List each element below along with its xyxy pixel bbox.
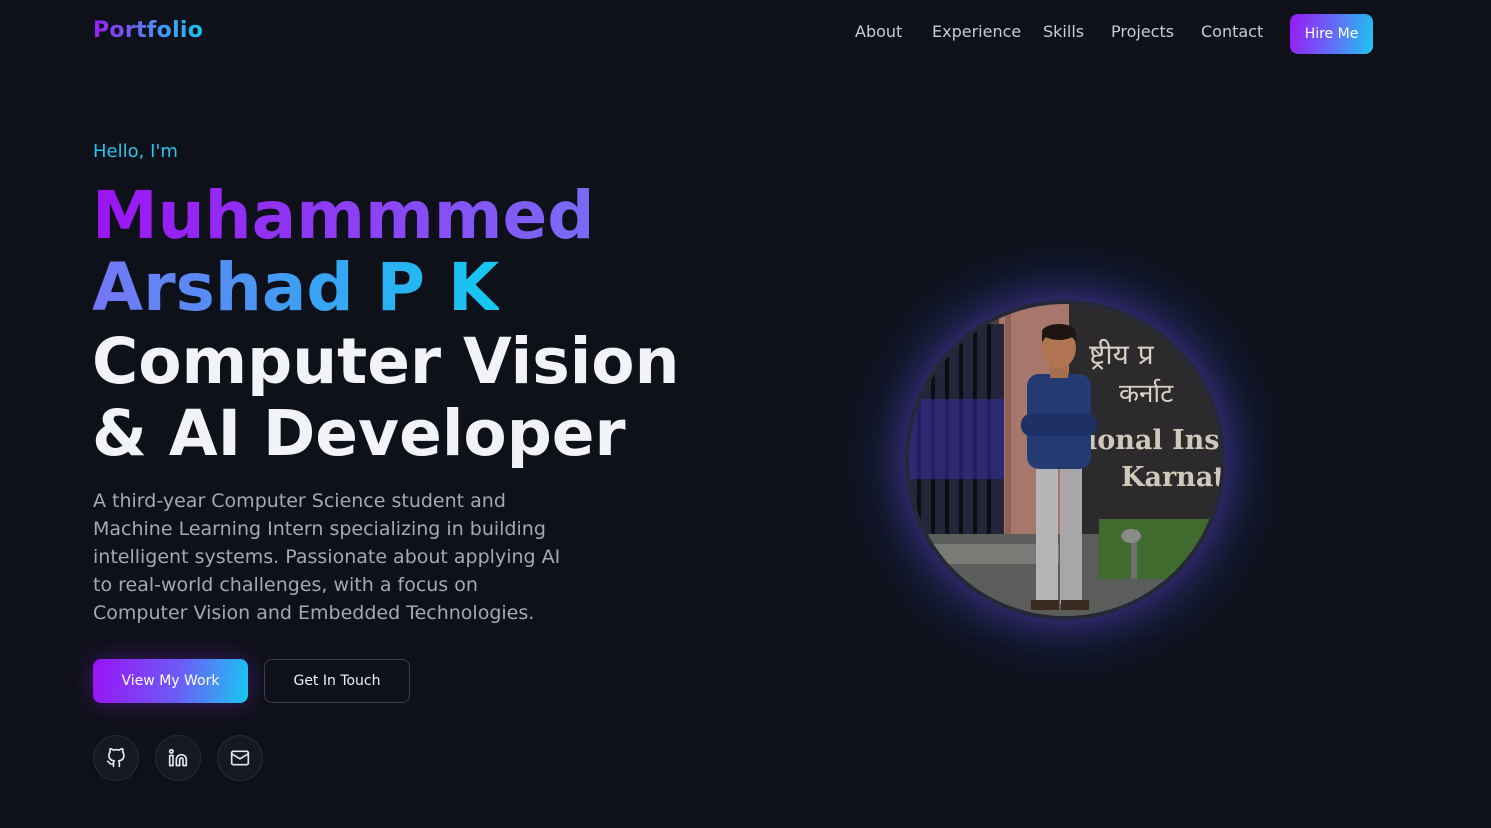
get-in-touch-button[interactable]: Get In Touch [264,659,410,703]
linkedin-icon [168,748,188,767]
view-my-work-button[interactable]: View My Work [93,659,248,703]
sign-text-line3: ional Instit [1087,425,1221,456]
sign-text-line4: Karnatal [1121,462,1221,493]
email-link[interactable] [217,735,263,781]
portfolio-page: Portfolio About Experience Skills Projec… [0,0,1491,828]
github-icon [106,748,125,768]
nav-link-contact[interactable]: Contact [1201,22,1263,41]
greeting: Hello, I'm [93,141,178,162]
profile-photo-illustration: ष्ट्रीय प्र कर्नाट ional Instit Karnatal [909,304,1221,616]
role-second-line: & AI Developer [92,397,626,470]
hire-me-button[interactable]: Hire Me [1290,14,1373,54]
nav-link-skills[interactable]: Skills [1043,22,1084,41]
mail-icon [230,750,250,766]
linkedin-link[interactable] [155,735,201,781]
name-first-line: Muhammmed [92,177,595,254]
profile-photo: ष्ट्रीय प्र कर्नाट ional Instit Karnatal [905,300,1225,620]
nav-link-projects[interactable]: Projects [1111,22,1174,41]
logo[interactable]: Portfolio [93,18,203,43]
hero-description: A third-year Computer Science student an… [93,490,561,624]
sign-text-line2: कर्नाट [1119,378,1174,409]
navbar: Portfolio About Experience Skills Projec… [0,0,1491,68]
nav-link-experience[interactable]: Experience [932,22,1021,41]
sign-text-line1: ष्ट्रीय प्र [1089,338,1155,371]
github-link[interactable] [93,735,139,781]
nav-link-about[interactable]: About [855,22,902,41]
name-second-line: Arshad P K [92,249,500,326]
role-first-line: Computer Vision [92,325,680,398]
